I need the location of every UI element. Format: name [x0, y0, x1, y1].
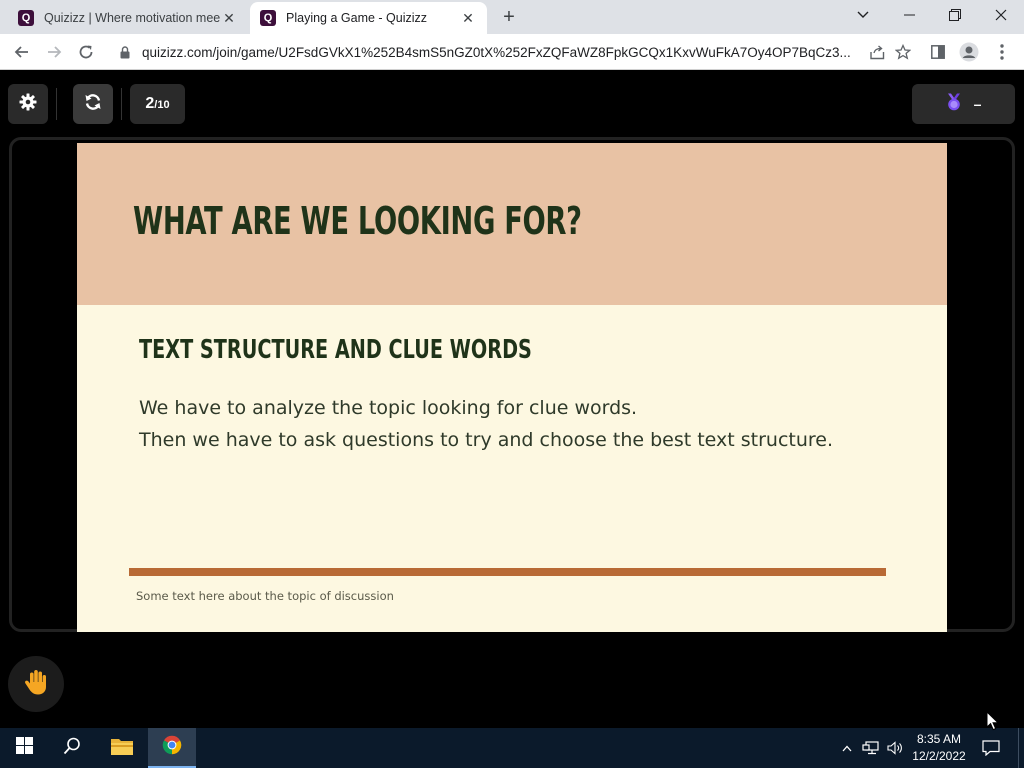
lock-icon[interactable] — [118, 45, 132, 59]
tab-title: Quizizz | Where motivation meet — [44, 11, 220, 25]
tab-title: Playing a Game - Quizizz — [286, 11, 428, 25]
file-explorer-icon — [111, 737, 133, 760]
tab-quizizz-home[interactable]: Q Quizizz | Where motivation meet ✕ — [8, 2, 248, 34]
show-hidden-icons-chevron-icon[interactable] — [838, 728, 856, 768]
slide-footer-text: Some text here about the topic of discus… — [136, 589, 394, 603]
new-tab-button[interactable]: + — [498, 7, 520, 29]
slide-divider-bar — [129, 568, 886, 576]
total-questions: /10 — [154, 99, 170, 111]
game-top-bar: 2/10 – — [0, 70, 1024, 136]
chrome-icon — [161, 734, 183, 761]
url-text[interactable]: quizizz.com/join/game/U2FsdGVkX1%252B4sm… — [142, 45, 864, 60]
profile-avatar-icon[interactable] — [956, 39, 982, 65]
network-icon[interactable] — [860, 728, 882, 768]
clock-date: 12/2/2022 — [912, 749, 966, 763]
close-tab-icon[interactable]: ✕ — [220, 9, 238, 27]
tab-search-chevron-icon[interactable] — [840, 0, 886, 30]
raise-hand-button[interactable] — [8, 656, 64, 712]
clock-time: 8:35 AM — [916, 732, 962, 746]
browser-menu-icon[interactable] — [989, 39, 1015, 65]
slide-body: We have to analyze the topic looking for… — [139, 392, 833, 456]
reload-button[interactable] — [73, 39, 99, 65]
raise-hand-icon — [22, 668, 50, 701]
refresh-icon — [84, 93, 102, 116]
minimize-button[interactable] — [886, 0, 932, 30]
quizizz-favicon-icon: Q — [18, 10, 34, 26]
mouse-cursor-icon — [986, 710, 1000, 736]
restore-button[interactable] — [932, 0, 978, 30]
quizizz-favicon-icon: Q — [260, 10, 276, 26]
close-window-button[interactable] — [978, 0, 1024, 30]
current-question: 2 — [145, 95, 155, 112]
slide: WHAT ARE WE LOOKING FOR? TEXT STRUCTURE … — [77, 143, 947, 632]
tab-playing-game[interactable]: Q Playing a Game - Quizizz ✕ — [250, 2, 487, 34]
address-bar[interactable]: quizizz.com/join/game/U2FsdGVkX1%252B4sm… — [110, 38, 916, 66]
slide-body-line: Then we have to ask questions to try and… — [139, 429, 834, 451]
powerup-value: – — [973, 96, 982, 112]
question-counter: 2/10 — [130, 84, 185, 124]
slide-subtitle: TEXT STRUCTURE AND CLUE WORDS — [139, 335, 532, 365]
settings-button[interactable] — [8, 84, 48, 124]
share-icon[interactable] — [864, 39, 890, 65]
forward-button[interactable] — [41, 39, 67, 65]
medal-icon — [946, 93, 962, 116]
divider — [121, 88, 122, 120]
taskbar-search-button[interactable] — [48, 728, 96, 768]
browser-tab-strip: Q Quizizz | Where motivation meet ✕ Q Pl… — [0, 0, 1024, 34]
slide-body-line: We have to analyze the topic looking for… — [139, 397, 638, 419]
close-tab-icon[interactable]: ✕ — [459, 9, 477, 27]
search-icon — [63, 737, 81, 760]
browser-toolbar: quizizz.com/join/game/U2FsdGVkX1%252B4sm… — [0, 34, 1024, 70]
settings-gear-icon — [19, 93, 37, 116]
show-desktop-divider[interactable] — [1018, 728, 1019, 768]
bookmark-star-icon[interactable] — [890, 39, 916, 65]
chrome-taskbar-button[interactable] — [148, 728, 196, 768]
reload-question-button[interactable] — [73, 84, 113, 124]
side-panel-icon[interactable] — [925, 39, 951, 65]
taskbar-clock[interactable]: 8:35 AM 12/2/2022 — [906, 731, 972, 765]
file-explorer-button[interactable] — [98, 728, 146, 768]
start-button[interactable] — [0, 728, 48, 768]
back-button[interactable] — [9, 39, 35, 65]
screen: Q Quizizz | Where motivation meet ✕ Q Pl… — [0, 0, 1024, 768]
divider — [56, 88, 57, 120]
powerups-button[interactable]: – — [912, 84, 1015, 124]
volume-icon[interactable] — [884, 728, 906, 768]
slide-title: WHAT ARE WE LOOKING FOR? — [133, 199, 582, 243]
windows-taskbar: 8:35 AM 12/2/2022 — [0, 728, 1024, 768]
windows-start-icon — [15, 737, 33, 759]
